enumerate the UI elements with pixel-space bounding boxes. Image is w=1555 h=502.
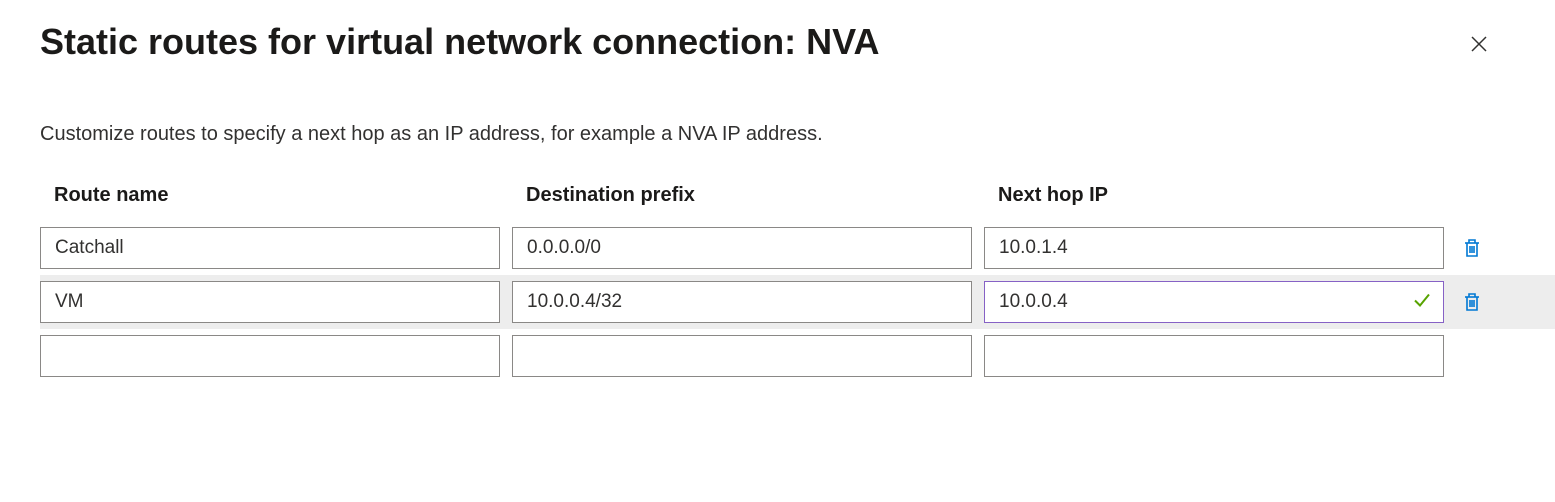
destination-prefix-input[interactable] — [512, 281, 972, 323]
route-name-input[interactable] — [40, 227, 500, 269]
next-hop-cell — [984, 281, 1444, 323]
trash-icon — [1461, 291, 1483, 313]
panel-description: Customize routes to specify a next hop a… — [40, 123, 1515, 146]
next-hop-ip-input[interactable] — [984, 281, 1444, 323]
routes-grid: Route name Destination prefix Next hop I… — [40, 176, 1515, 383]
table-row — [40, 275, 1555, 329]
destination-prefix-input[interactable] — [512, 227, 972, 269]
column-header-route-name: Route name — [40, 176, 500, 221]
static-routes-panel: Static routes for virtual network connec… — [0, 0, 1555, 423]
trash-icon — [1461, 237, 1483, 259]
route-name-input[interactable] — [40, 335, 500, 377]
panel-header: Static routes for virtual network connec… — [40, 20, 1515, 63]
destination-prefix-input[interactable] — [512, 335, 972, 377]
next-hop-cell — [984, 227, 1444, 269]
column-header-next-hop-ip: Next hop IP — [984, 176, 1444, 221]
close-button[interactable] — [1463, 28, 1495, 60]
next-hop-ip-input[interactable] — [984, 335, 1444, 377]
route-name-input[interactable] — [40, 281, 500, 323]
page-title: Static routes for virtual network connec… — [40, 20, 879, 63]
table-row — [40, 329, 1516, 383]
delete-row-button[interactable] — [1456, 232, 1488, 264]
column-header-destination-prefix: Destination prefix — [512, 176, 972, 221]
close-icon — [1469, 34, 1489, 54]
table-row — [40, 221, 1516, 275]
column-header-actions — [1456, 188, 1516, 210]
next-hop-cell — [984, 335, 1444, 377]
delete-row-button[interactable] — [1456, 286, 1488, 318]
next-hop-ip-input[interactable] — [984, 227, 1444, 269]
